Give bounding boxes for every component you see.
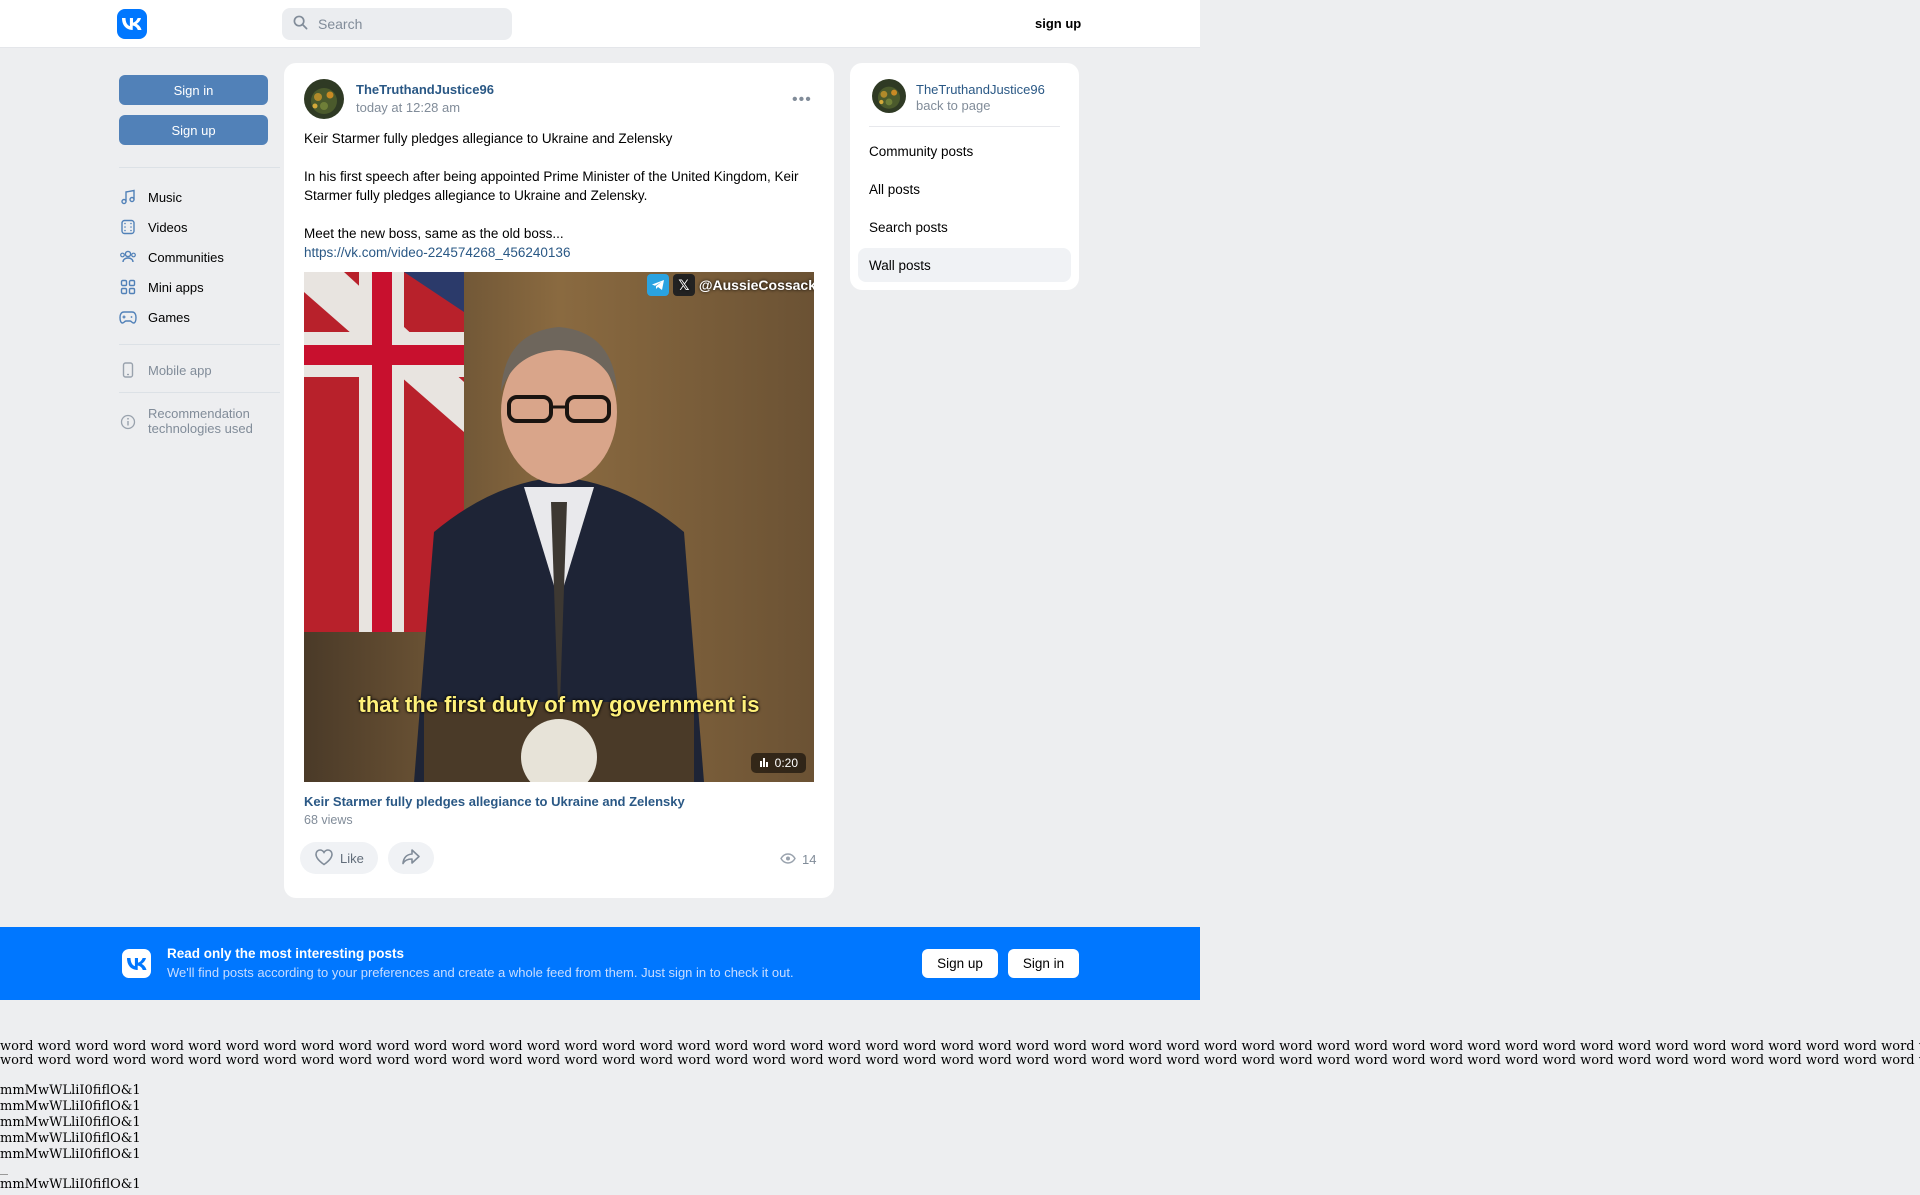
like-label: Like xyxy=(340,850,364,866)
author-avatar[interactable] xyxy=(304,79,344,119)
post-video-link[interactable]: https://vk.com/video-224574268_456240136 xyxy=(304,243,814,262)
sidebar-item-recommendation-tech[interactable]: Recommendation technologies used xyxy=(119,406,253,442)
sidebar-divider xyxy=(119,167,280,168)
banner-title: Read only the most interesting posts xyxy=(167,946,405,961)
banner-text: We'll find posts according to your prefe… xyxy=(167,965,794,980)
apps-grid-icon xyxy=(119,278,137,296)
right-author-avatar[interactable] xyxy=(872,79,906,113)
sidebar-divider xyxy=(119,392,280,393)
sidebar-item-videos[interactable]: Videos xyxy=(119,215,188,239)
video-duration-badge: 0:20 xyxy=(750,753,806,773)
sidebar-item-communities[interactable]: Communities xyxy=(119,245,224,269)
gamepad-icon xyxy=(119,308,137,326)
recommendation-line-1: Recommendation xyxy=(148,406,250,421)
nav-search-posts[interactable]: Search posts xyxy=(858,210,1071,244)
info-icon xyxy=(119,413,137,431)
sidebar-divider xyxy=(119,344,280,345)
sidebar-item-label: Games xyxy=(148,309,190,325)
share-button[interactable] xyxy=(388,842,434,874)
video-icon xyxy=(119,218,137,236)
sidebar-item-games[interactable]: Games xyxy=(119,305,190,329)
heart-icon xyxy=(314,848,334,869)
nav-community-posts[interactable]: Community posts xyxy=(858,134,1071,168)
video-title-link[interactable]: Keir Starmer fully pledges allegiance to… xyxy=(304,794,685,809)
sidebar-item-mobile-app[interactable]: Mobile app xyxy=(119,358,212,382)
back-to-page-link[interactable]: back to page xyxy=(916,98,990,113)
top-header: sign up xyxy=(0,0,1200,48)
post-text: Keir Starmer fully pledges allegiance to… xyxy=(304,129,814,262)
glyph-test-line: mmMwWLliI0fiflO&1 xyxy=(0,1177,141,1192)
video-subtitle: that the first duty of my government is xyxy=(358,692,760,717)
glyph-test-line: mmMwWLliI0fiflO&1 xyxy=(0,1099,141,1114)
sidebar-item-label: Mini apps xyxy=(148,279,204,295)
sidebar-signup-button[interactable]: Sign up xyxy=(119,115,268,145)
wall-nav-card: TheTruthandJustice96 back to page Commun… xyxy=(850,63,1079,290)
post-date[interactable]: today at 12:28 am xyxy=(356,100,460,115)
x-logo-icon: 𝕏 xyxy=(672,274,695,296)
watermark-handle: @AussieCossack xyxy=(698,277,814,293)
sidebar-item-label: Recommendation technologies used xyxy=(148,406,253,436)
right-author-name[interactable]: TheTruthandJustice96 xyxy=(916,82,1045,97)
sidebar-item-label: Communities xyxy=(148,249,224,265)
sidebar-item-music[interactable]: Music xyxy=(119,185,182,209)
recommendation-line-2: technologies used xyxy=(148,421,253,436)
eye-icon xyxy=(780,852,796,867)
like-button[interactable]: Like xyxy=(300,842,378,874)
nav-wall-posts[interactable]: Wall posts xyxy=(858,248,1071,282)
glyph-test-line: mmMwWLliI0fiflO&1 xyxy=(0,1115,141,1130)
video-watermark: 𝕏 @AussieCossack xyxy=(646,274,814,296)
music-note-icon xyxy=(119,188,137,206)
vk-logo-icon xyxy=(122,949,151,978)
search-bar[interactable] xyxy=(282,8,512,40)
right-divider xyxy=(869,126,1060,127)
post-text-tail: Meet the new boss, same as the old boss.… xyxy=(304,226,564,241)
footer-rule xyxy=(0,1174,8,1175)
search-input[interactable] xyxy=(318,16,498,32)
word-test-line: word word word word word word word word … xyxy=(0,1054,1920,1068)
search-icon xyxy=(293,15,318,33)
users-icon xyxy=(119,248,137,266)
banner-signup-button[interactable]: Sign up xyxy=(922,949,998,978)
glyph-test-line: mmMwWLliI0fiflO&1 xyxy=(0,1147,141,1162)
share-icon xyxy=(401,848,421,869)
sidebar-item-label: Music xyxy=(148,189,182,205)
sidebar-signin-button[interactable]: Sign in xyxy=(119,75,268,105)
video-duration: 0:20 xyxy=(774,756,798,770)
nav-all-posts[interactable]: All posts xyxy=(858,172,1071,206)
banner-signin-button[interactable]: Sign in xyxy=(1008,949,1079,978)
word-test-line: word word word word word word word word … xyxy=(0,1040,1920,1054)
post-card: TheTruthandJustice96 today at 12:28 am •… xyxy=(284,63,834,898)
glyph-test-line: mmMwWLliI0fiflO&1 xyxy=(0,1131,141,1146)
video-player[interactable]: 𝕏 @AussieCossack that the first duty of … xyxy=(304,272,814,782)
glyph-test-line: mmMwWLliI0fiflO&1 xyxy=(0,1083,141,1098)
more-options-icon[interactable]: ••• xyxy=(792,91,812,109)
header-signup-link[interactable]: sign up xyxy=(1035,16,1081,31)
sidebar-item-label: Mobile app xyxy=(148,362,212,378)
view-count: 14 xyxy=(802,852,817,867)
signup-banner: Read only the most interesting posts We'… xyxy=(0,927,1200,1000)
sidebar-item-label: Videos xyxy=(148,219,188,235)
video-views: 68 views xyxy=(304,813,353,827)
bars-icon xyxy=(759,756,769,770)
telegram-icon xyxy=(646,274,669,296)
phone-icon xyxy=(119,361,137,379)
post-author-name[interactable]: TheTruthandJustice96 xyxy=(356,82,494,97)
vk-logo-icon[interactable] xyxy=(117,9,147,39)
post-text-body: In his first speech after being appointe… xyxy=(304,169,799,203)
sidebar-item-mini-apps[interactable]: Mini apps xyxy=(119,275,204,299)
view-counter: 14 xyxy=(780,852,816,867)
post-text-title: Keir Starmer fully pledges allegiance to… xyxy=(304,131,673,146)
